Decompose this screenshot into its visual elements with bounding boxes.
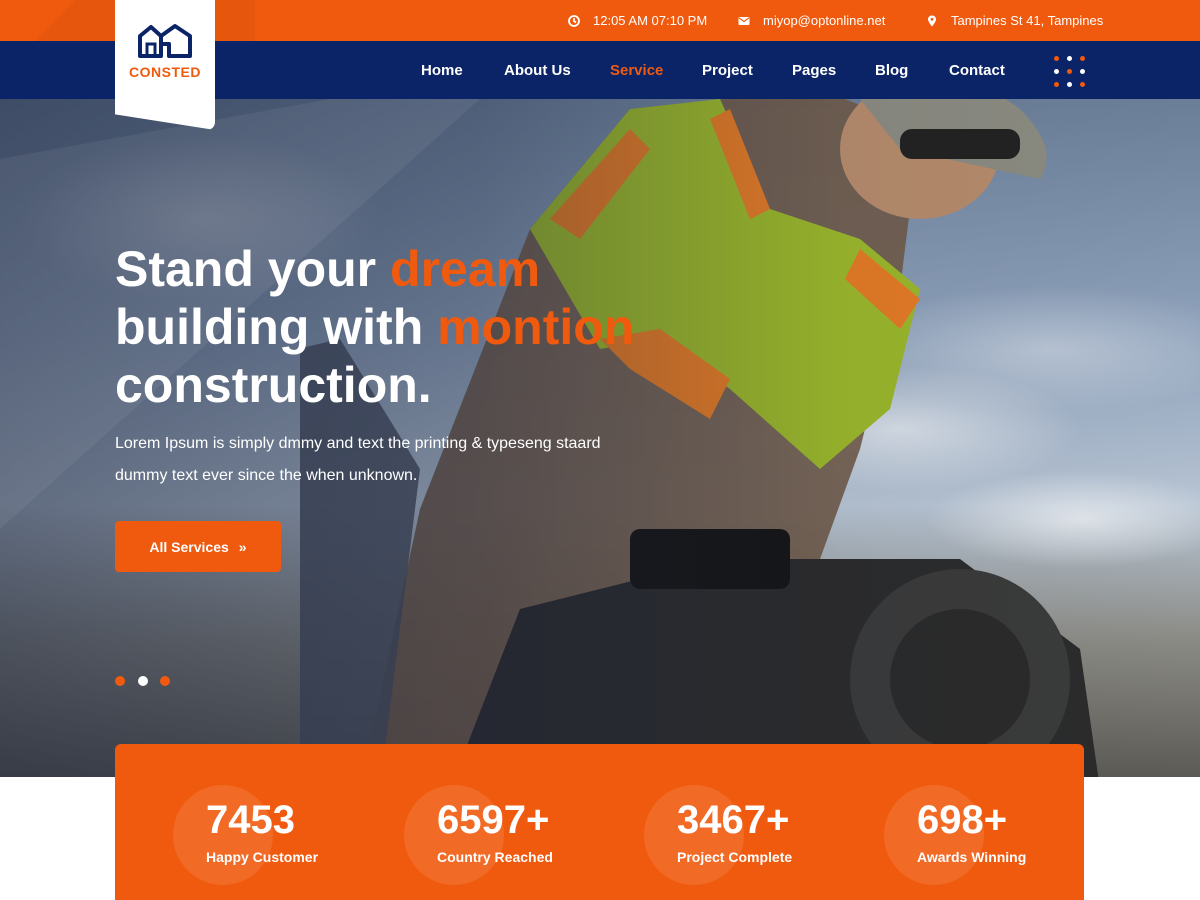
stat-value: 3467+ [677, 798, 790, 842]
topbar-time: 12:05 AM 07:10 PM [568, 0, 707, 41]
nav-home[interactable]: Home [421, 41, 463, 99]
stat-label: Happy Customer [206, 849, 319, 865]
nav-about-us[interactable]: About Us [504, 41, 571, 99]
nav-blog[interactable]: Blog [875, 41, 908, 99]
hero-description-line: Lorem Ipsum is simply dmmy and text the … [115, 435, 601, 452]
hero-title: Stand your dream building with montion c… [115, 240, 755, 414]
topbar-time-text: 12:05 AM 07:10 PM [593, 13, 708, 28]
nav-contact[interactable]: Contact [949, 41, 1005, 99]
stat-value: 6597+ [437, 798, 550, 842]
grid-dot [1067, 56, 1072, 61]
hero-description-line: dummy text ever since the when unknown. [115, 467, 418, 484]
topbar-email-text[interactable]: miyop@optonline.net [763, 13, 885, 28]
nav-project[interactable]: Project [702, 41, 753, 99]
stat-label: Awards Winning [917, 849, 1027, 865]
double-chevron-right-icon: » [238, 538, 247, 555]
brand-name: CONSTED [129, 64, 201, 80]
hero-title-accent: montion [437, 299, 635, 355]
stat-value: 7453 [206, 798, 295, 842]
hero-description: Lorem Ipsum is simply dmmy and text the … [115, 428, 635, 492]
grid-dot [1054, 82, 1059, 87]
slider-dot-1[interactable] [115, 676, 125, 686]
stat-label: Country Reached [437, 849, 553, 865]
grid-dot [1080, 69, 1085, 74]
location-pin-icon [928, 15, 936, 26]
slider-dot-2-active[interactable] [138, 676, 148, 686]
clock-icon [568, 14, 580, 27]
topbar-address: Tampines St 41, Tampines [926, 0, 1103, 41]
house-outline-icon [138, 24, 192, 58]
all-services-button[interactable]: All Services » [115, 521, 281, 572]
hero-title-text: Stand your [115, 241, 391, 297]
stat-label: Project Complete [677, 849, 793, 865]
grid-dot [1067, 69, 1072, 74]
all-services-label: All Services [149, 538, 229, 555]
grid-dot [1080, 82, 1085, 87]
grid-dot [1054, 69, 1059, 74]
stat-value: 698+ [917, 798, 1008, 842]
hero-title-accent: dream [390, 241, 541, 297]
slider-dot-3[interactable] [160, 676, 170, 686]
brand-logo[interactable]: CONSTED [115, 0, 215, 130]
nav-pages[interactable]: Pages [792, 41, 836, 99]
grid-dot [1067, 82, 1072, 87]
grid-dot [1080, 56, 1085, 61]
menu-grid-icon[interactable] [1054, 56, 1085, 87]
mail-icon [738, 16, 750, 25]
nav-service[interactable]: Service [610, 41, 663, 99]
hero-title-text: building with [115, 299, 438, 355]
grid-dot [1054, 56, 1059, 61]
topbar-email[interactable]: miyop@optonline.net [738, 0, 885, 41]
hero-title-text: construction. [115, 357, 432, 413]
topbar-address-text: Tampines St 41, Tampines [951, 13, 1104, 28]
